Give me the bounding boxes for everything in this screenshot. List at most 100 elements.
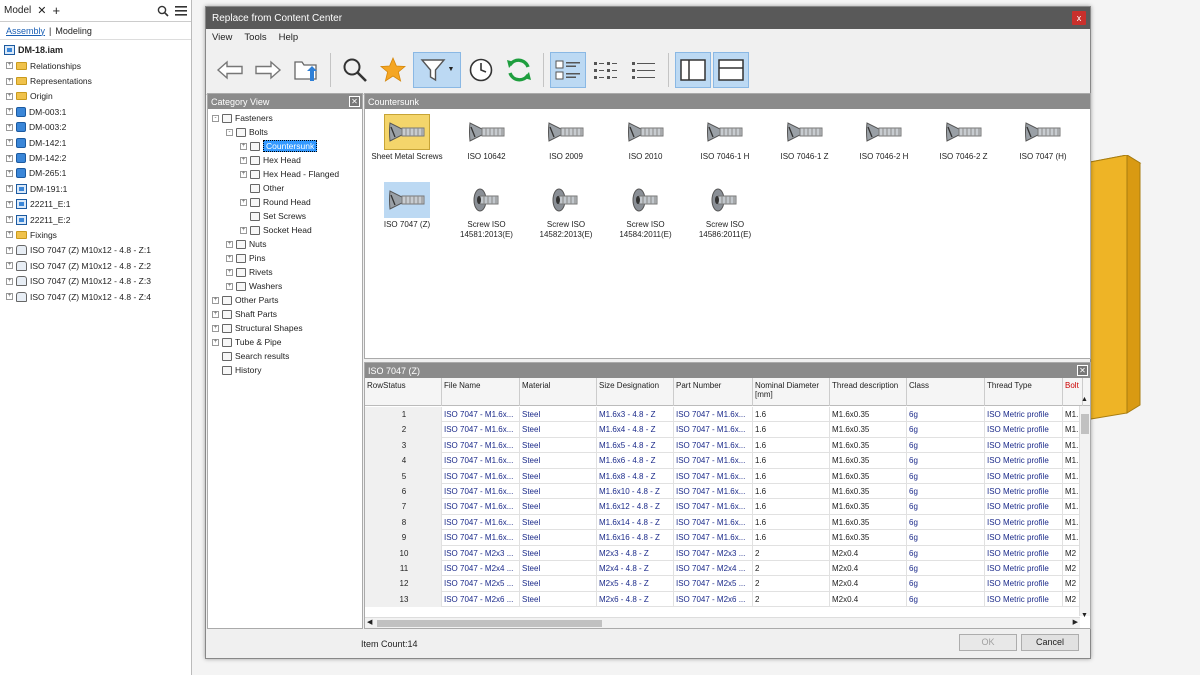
expand-icon[interactable]: + (240, 170, 247, 178)
browser-item[interactable]: +22211_E:2 (0, 212, 191, 227)
column-header[interactable]: Nominal Diameter [mm] (753, 378, 830, 406)
browser-tab-model[interactable]: Model (4, 5, 31, 16)
table-row[interactable]: 2 ISO 7047 - M1.6x... Steel M1.6x4 - 4.8 - … (365, 422, 1083, 438)
category-node[interactable]: Search results (208, 349, 362, 363)
ok-button[interactable]: OK (959, 634, 1017, 651)
category-node[interactable]: Other (208, 181, 362, 195)
table-row[interactable]: 3 ISO 7047 - M1.6x... Steel M1.6x5 - 4.8 - … (365, 437, 1083, 454)
gallery-item[interactable]: ISO 7046-2 Z (924, 114, 1004, 176)
favorites-button[interactable] (375, 52, 411, 88)
column-header[interactable]: File Name (442, 378, 520, 406)
table-row[interactable]: 6 ISO 7047 - M1.6x... Steel M1.6x10 - 4.8 -… (365, 484, 1083, 500)
table-row[interactable]: 1 ISO 7047 - M1.6x... Steel M1.6x3 - 4.8 - … (365, 407, 1083, 423)
toggle-tree-view-button[interactable] (675, 51, 711, 88)
gallery-item[interactable]: ISO 2009 (526, 114, 606, 176)
search-button[interactable] (337, 52, 373, 88)
expand-icon[interactable]: + (6, 185, 13, 193)
browser-item[interactable]: + DM-003:1 (0, 104, 191, 119)
expand-icon[interactable]: + (6, 123, 13, 131)
gallery-item[interactable]: Sheet Metal Screws (367, 114, 447, 176)
category-node[interactable]: + Other Parts (208, 293, 362, 307)
category-node[interactable]: + Countersunk (208, 139, 362, 153)
mode-modeling[interactable]: Modeling (55, 26, 92, 36)
category-node[interactable]: + Pins (208, 251, 362, 265)
expand-icon[interactable]: + (212, 296, 219, 304)
view-list-detailed-button[interactable] (550, 51, 586, 88)
menu-tools[interactable]: Tools (244, 32, 266, 43)
expand-icon[interactable]: + (212, 310, 219, 318)
gallery-item[interactable]: ISO 7047 (H) (1003, 114, 1083, 176)
close-icon[interactable]: ✕ (37, 4, 46, 17)
hscroll-thumb[interactable] (377, 620, 602, 627)
expand-icon[interactable]: + (6, 200, 13, 208)
column-header[interactable]: Size Designation (597, 378, 674, 406)
gallery-item[interactable]: ISO 7046-1 Z (765, 114, 845, 176)
category-node[interactable]: Set Screws (208, 209, 362, 223)
up-level-button[interactable] (288, 52, 324, 88)
view-small-icons-button[interactable] (588, 52, 624, 88)
browser-item[interactable]: + ISO 7047 (Z) M10x12 - 4.8 - Z:3 (0, 273, 191, 288)
column-header[interactable]: Thread Type (985, 378, 1063, 406)
category-node[interactable]: + Nuts (208, 237, 362, 251)
browser-item[interactable]: +22211_E:1 (0, 197, 191, 212)
browser-item[interactable]: + ISO 7047 (Z) M10x12 - 4.8 - Z:1 (0, 243, 191, 258)
dialog-close-button[interactable]: x (1072, 11, 1086, 25)
expand-icon[interactable]: + (6, 92, 13, 100)
dialog-titlebar[interactable]: Replace from Content Center x (206, 7, 1090, 29)
gallery-item[interactable]: Screw ISO 14584:2011(E) (606, 182, 686, 244)
column-header[interactable]: Class (907, 378, 985, 406)
horizontal-scrollbar[interactable]: ◀ ▶ (365, 617, 1080, 628)
category-node[interactable]: + Rivets (208, 265, 362, 279)
category-node[interactable]: + Structural Shapes (208, 321, 362, 335)
gallery-item[interactable]: ISO 7046-1 H (685, 114, 765, 176)
view-list-button[interactable] (626, 52, 662, 88)
column-header[interactable]: RowStatus (365, 378, 442, 406)
expand-icon[interactable]: + (240, 156, 247, 164)
table-row[interactable]: 4 ISO 7047 - M1.6x... Steel M1.6x6 - 4.8 - … (365, 453, 1083, 469)
column-header[interactable]: Bolt (1063, 378, 1083, 406)
browser-item[interactable]: + Origin (0, 89, 191, 104)
hamburger-menu-icon[interactable] (175, 5, 187, 16)
category-node[interactable]: - Bolts (208, 125, 362, 139)
category-node[interactable]: History (208, 363, 362, 377)
browser-item[interactable]: + DM-142:2 (0, 150, 191, 165)
expand-icon[interactable]: + (212, 324, 219, 332)
expand-icon[interactable]: + (6, 169, 13, 177)
browser-item[interactable]: + DM-142:1 (0, 135, 191, 150)
category-node[interactable]: + Tube & Pipe (208, 335, 362, 349)
expand-icon[interactable]: + (226, 240, 233, 248)
table-row[interactable]: 13 ISO 7047 - M2x6 ... Steel M2x6 - 4.8 - Z… (365, 591, 1083, 608)
gallery-item[interactable]: ISO 7047 (Z) (367, 182, 447, 244)
toggle-table-view-button[interactable] (713, 51, 749, 88)
menu-view[interactable]: View (212, 32, 232, 43)
expand-icon[interactable]: + (226, 254, 233, 262)
table-row[interactable]: 11 ISO 7047 - M2x4 ... Steel M2x4 - 4.8 - Z… (365, 561, 1083, 577)
gallery-item[interactable]: Screw ISO 14582:2013(E) (526, 182, 606, 244)
table-row[interactable]: 8 ISO 7047 - M1.6x... Steel M1.6x14 - 4.8 -… (365, 514, 1083, 531)
cancel-button[interactable]: Cancel (1021, 634, 1079, 651)
gallery-item[interactable]: Screw ISO 14581:2013(E) (447, 182, 527, 244)
scroll-left-icon[interactable]: ◀ (367, 618, 372, 626)
browser-item[interactable]: + Fixings (0, 227, 191, 242)
browser-item[interactable]: + DM-191:1 (0, 181, 191, 196)
expand-icon[interactable]: + (240, 226, 247, 234)
search-icon[interactable] (157, 5, 169, 17)
table-row[interactable]: 12 ISO 7047 - M2x5 ... Steel M2x5 - 4.8 - Z… (365, 576, 1083, 592)
expand-icon[interactable]: + (212, 338, 219, 346)
expand-icon[interactable]: + (6, 246, 13, 254)
column-header[interactable]: Material (520, 378, 597, 406)
refresh-button[interactable] (501, 52, 537, 88)
expand-icon[interactable]: + (6, 62, 13, 70)
vertical-scrollbar[interactable]: ▲ ▼ (1079, 396, 1090, 619)
browser-item[interactable]: + ISO 7047 (Z) M10x12 - 4.8 - Z:2 (0, 258, 191, 273)
category-node[interactable]: + Round Head (208, 195, 362, 209)
expand-icon[interactable]: + (240, 142, 247, 150)
column-header[interactable]: Part Number (674, 378, 753, 406)
history-button[interactable] (463, 52, 499, 88)
expand-icon[interactable]: + (6, 154, 13, 162)
table-row[interactable]: 10 ISO 7047 - M2x3 ... Steel M2x3 - 4.8 - Z… (365, 545, 1083, 561)
gallery-item[interactable]: ISO 7046-2 H (844, 114, 924, 176)
expand-icon[interactable]: + (6, 262, 13, 270)
expand-icon[interactable]: + (226, 282, 233, 290)
category-node[interactable]: + Shaft Parts (208, 307, 362, 321)
